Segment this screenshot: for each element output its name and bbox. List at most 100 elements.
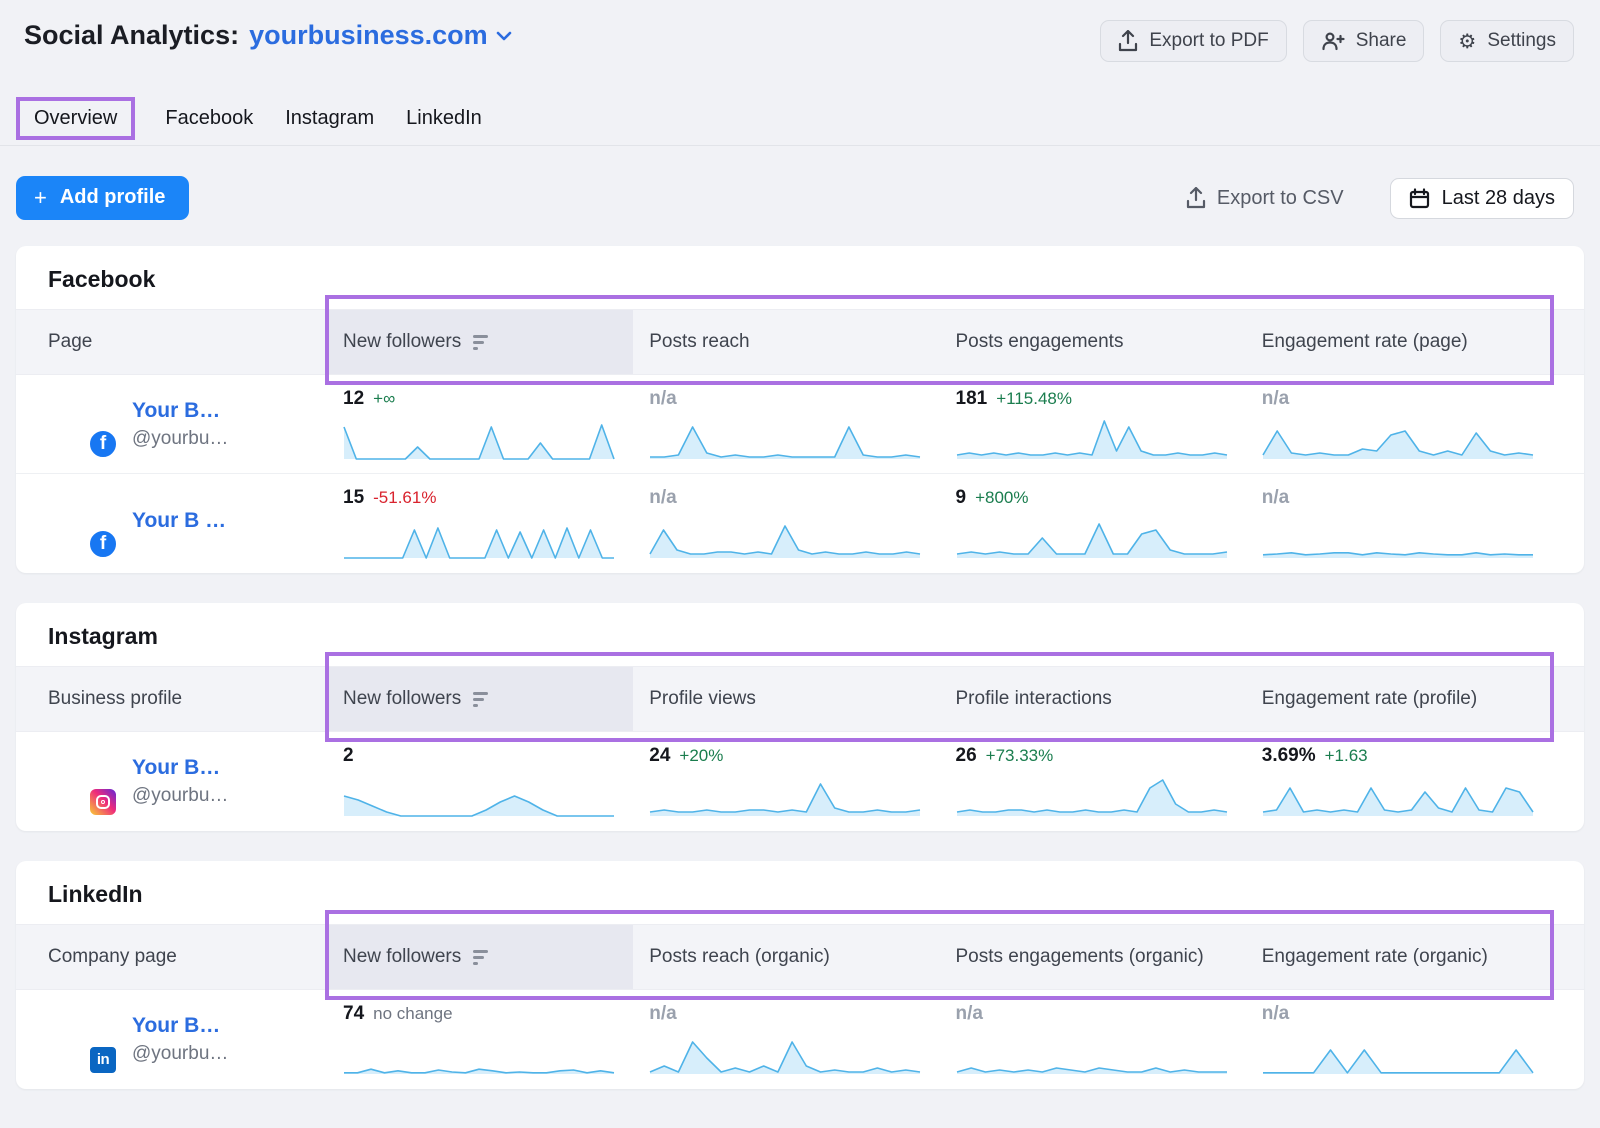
metric-engagement-rate: n/a: [1246, 487, 1552, 560]
date-range-button[interactable]: Last 28 days: [1390, 178, 1574, 219]
column-header-posts-reach-organic[interactable]: Posts reach (organic): [633, 925, 939, 989]
tab-facebook[interactable]: Facebook: [163, 99, 255, 138]
metric-delta: +115.48%: [996, 389, 1072, 409]
add-profile-label: Add profile: [60, 186, 166, 209]
metric-value: n/a: [1262, 487, 1289, 509]
column-header-new-followers[interactable]: New followers: [327, 667, 633, 731]
section-title: Instagram: [16, 603, 1584, 666]
sort-desc-icon: [473, 950, 488, 965]
page-title-label: Social Analytics:: [24, 20, 239, 51]
metric-engagement-rate: 3.69% +1.63: [1246, 745, 1552, 818]
metric-value: 9: [956, 487, 967, 509]
metric-new-followers: 15-51.61%: [327, 487, 633, 560]
profile-name-link[interactable]: Your B…: [132, 1014, 228, 1038]
settings-label: Settings: [1487, 30, 1556, 52]
sparkline-chart: [343, 772, 615, 818]
sort-desc-icon: [473, 335, 488, 350]
social-analytics-page: Social Analytics: yourbusiness.com Expor…: [0, 0, 1600, 1128]
metric-posts-reach: n/a: [633, 487, 939, 560]
metric-posts-engagements: 9 +800%: [940, 487, 1246, 560]
profile-cell: Your B… @yourbu…: [48, 750, 327, 814]
metric-value: 26: [956, 745, 977, 767]
tab-bar: Overview Facebook Instagram LinkedIn: [0, 92, 1600, 146]
table-header: Company page New followers Posts reach (…: [16, 924, 1584, 990]
metric-posts-reach: n/a: [633, 388, 939, 461]
column-header-page: Page: [48, 310, 327, 374]
sparkline-chart: [343, 415, 615, 461]
avatar: f: [48, 392, 112, 456]
profile-cell: f Your B… @yourbu…: [48, 392, 327, 456]
avatar: f: [48, 492, 112, 556]
top-bar: Social Analytics: yourbusiness.com Expor…: [0, 0, 1600, 62]
plus-icon: +: [34, 187, 47, 209]
profile-handle: @yourbu…: [132, 785, 228, 807]
column-header-posts-engagements[interactable]: Posts engagements: [940, 310, 1246, 374]
facebook-section: Facebook Page New followers Posts reach …: [16, 246, 1584, 573]
sparkline-chart: [956, 514, 1228, 560]
upload-icon: [1118, 30, 1138, 52]
tab-linkedin[interactable]: LinkedIn: [404, 99, 484, 138]
metric-profile-views: 24+20%: [633, 745, 939, 818]
column-header-engagement-rate[interactable]: Engagement rate (page): [1246, 310, 1552, 374]
column-header-profile-views[interactable]: Profile views: [633, 667, 939, 731]
column-header-profile-interactions[interactable]: Profile interactions: [940, 667, 1246, 731]
metric-value: 12: [343, 388, 364, 410]
sparkline-chart: [649, 772, 921, 818]
sparkline-chart: [1262, 1030, 1534, 1076]
profile-cell: in Your B… @yourbu…: [48, 1008, 327, 1072]
profile-name-link[interactable]: Your B …: [132, 509, 226, 533]
metric-delta: no change: [373, 1004, 452, 1024]
tab-overview[interactable]: Overview: [34, 107, 117, 129]
project-selector[interactable]: yourbusiness.com: [249, 20, 512, 51]
sparkline-chart: [956, 1030, 1228, 1076]
tab-instagram[interactable]: Instagram: [283, 99, 376, 138]
settings-button[interactable]: ⚙ Settings: [1440, 20, 1574, 62]
metric-delta: +∞: [373, 389, 395, 409]
sections: Facebook Page New followers Posts reach …: [0, 246, 1600, 1089]
person-plus-icon: [1321, 31, 1345, 51]
share-button[interactable]: Share: [1303, 20, 1425, 62]
profile-name-link[interactable]: Your B…: [132, 756, 228, 780]
column-header-new-followers[interactable]: New followers: [327, 310, 633, 374]
chevron-down-icon: [496, 31, 512, 41]
metric-delta: +73.33%: [986, 746, 1054, 766]
metric-new-followers: 12 +∞: [327, 388, 633, 461]
column-header-business-profile: Business profile: [48, 667, 327, 731]
metric-value: 3.69%: [1262, 745, 1316, 767]
export-csv-button[interactable]: Export to CSV: [1186, 187, 1344, 210]
sparkline-chart: [649, 1030, 921, 1076]
sparkline-chart: [649, 415, 921, 461]
metric-new-followers: 2: [327, 745, 633, 818]
date-range-label: Last 28 days: [1442, 187, 1555, 210]
sparkline-chart: [343, 514, 615, 560]
sparkline-chart: [1262, 514, 1534, 560]
export-pdf-button[interactable]: Export to PDF: [1100, 20, 1286, 62]
column-header-posts-reach[interactable]: Posts reach: [633, 310, 939, 374]
metric-value: 2: [343, 745, 354, 767]
column-header-engagement-rate-organic[interactable]: Engagement rate (organic): [1246, 925, 1552, 989]
column-header-new-followers[interactable]: New followers: [327, 925, 633, 989]
metric-delta: +800%: [975, 488, 1028, 508]
linkedin-section: LinkedIn Company page New followers Post…: [16, 861, 1584, 1089]
sparkline-chart: [1262, 415, 1534, 461]
overview-tab-annotation: Overview: [16, 97, 135, 140]
avatar: in: [48, 1008, 112, 1072]
profile-handle: @yourbu…: [132, 428, 228, 450]
profile-name-link[interactable]: Your B…: [132, 399, 228, 423]
metric-engagement-rate-organic: n/a: [1246, 1003, 1552, 1076]
column-header-posts-engagements-organic[interactable]: Posts engagements (organic): [940, 925, 1246, 989]
metric-delta: -51.61%: [373, 488, 436, 508]
metric-posts-engagements-organic: n/a: [940, 1003, 1246, 1076]
add-profile-button[interactable]: + Add profile: [16, 176, 189, 220]
metric-delta: +20%: [679, 746, 723, 766]
profile-handle: @yourbu…: [132, 1043, 228, 1065]
column-header-engagement-rate[interactable]: Engagement rate (profile): [1246, 667, 1552, 731]
table-header: Page New followers Posts reach Posts eng…: [16, 309, 1584, 375]
metric-delta: +1.63: [1325, 746, 1368, 766]
sparkline-chart: [649, 514, 921, 560]
table-row: Your B… @yourbu… 2 24+20% 26 +73.33%: [16, 732, 1584, 831]
sparkline-chart: [343, 1030, 615, 1076]
metric-value: n/a: [649, 388, 676, 410]
upload-icon: [1186, 187, 1206, 209]
metric-value: n/a: [1262, 1003, 1289, 1025]
